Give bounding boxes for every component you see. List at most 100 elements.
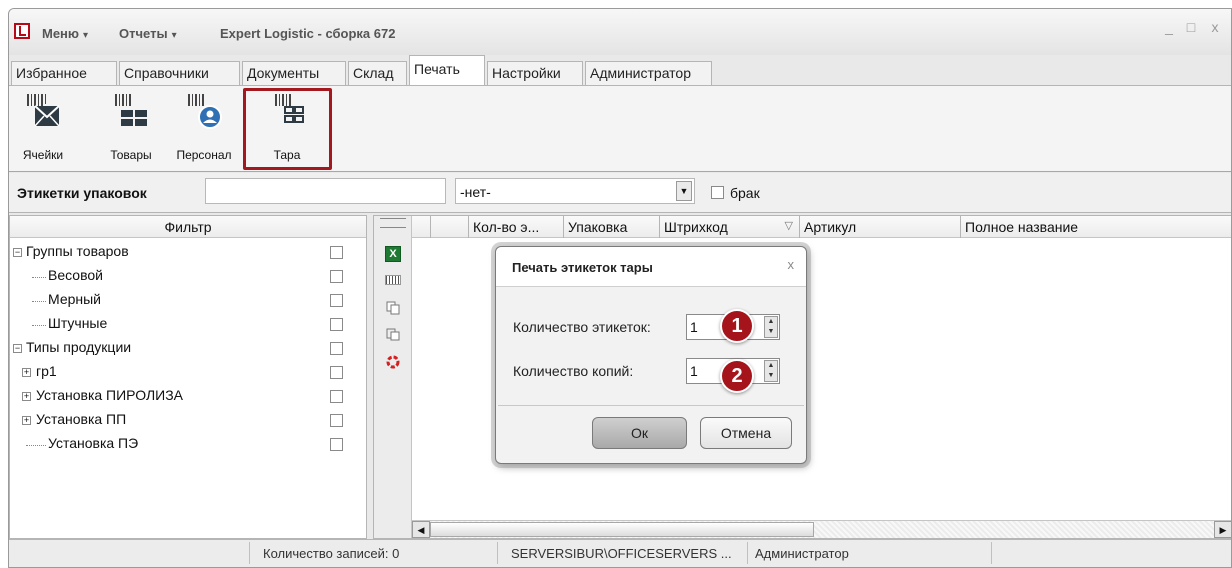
- tree-checkbox[interactable]: [330, 318, 343, 331]
- step-badge-1: 1: [720, 309, 754, 343]
- copy-icon[interactable]: [385, 300, 401, 316]
- tree-label: гр1: [36, 363, 57, 379]
- refresh-icon[interactable]: [385, 354, 401, 370]
- status-bar: Количество записей: 0 SERVERSIBUR\OFFICE…: [9, 539, 1231, 567]
- barcode-boxes-icon: [111, 92, 151, 132]
- tree-item[interactable]: − Группы товаров: [10, 243, 368, 263]
- filter-panel: Фильтр − Группы товаров Весовой Мерный Ш…: [9, 215, 367, 539]
- tree-label: Установка ПП: [36, 411, 127, 427]
- cancel-button[interactable]: Отмена: [700, 417, 792, 449]
- tab-references[interactable]: Справочники: [119, 61, 240, 85]
- menu-dropdown[interactable]: Меню ▾: [42, 26, 88, 41]
- maximize-icon[interactable]: □: [1183, 19, 1199, 35]
- ribbon-staff-button[interactable]: Персонал: [171, 92, 237, 164]
- excel-icon[interactable]: X: [385, 246, 401, 262]
- grid-toolbar: X: [374, 216, 412, 538]
- records-count: Количество записей: 0: [263, 546, 400, 561]
- copies-value: 1: [690, 363, 698, 379]
- tree-checkbox[interactable]: [330, 438, 343, 451]
- filter-header: Фильтр: [10, 216, 366, 238]
- tree-checkbox[interactable]: [330, 342, 343, 355]
- collapse-icon[interactable]: −: [13, 344, 22, 353]
- tab-print[interactable]: Печать: [409, 55, 485, 86]
- brak-label: брак: [730, 185, 760, 201]
- ribbon-staff-label: Персонал: [176, 148, 232, 162]
- close-icon[interactable]: x: [788, 257, 795, 272]
- column-header[interactable]: Кол-во э...: [468, 216, 563, 238]
- reports-dropdown[interactable]: Отчеты ▾: [119, 26, 177, 41]
- stepper-down-icon[interactable]: ▼: [765, 371, 777, 381]
- barcode-person-icon: [184, 92, 224, 132]
- search-input[interactable]: [205, 178, 446, 204]
- barcode-envelope-icon: [23, 92, 63, 132]
- collapse-icon[interactable]: −: [13, 248, 22, 257]
- column-header[interactable]: Полное название: [960, 216, 1231, 238]
- tree-checkbox[interactable]: [330, 366, 343, 379]
- tab-settings[interactable]: Настройки: [487, 61, 583, 85]
- tree-item[interactable]: Мерный: [10, 291, 368, 311]
- tree-label: Установка ПЭ: [48, 435, 139, 451]
- tree-item[interactable]: Весовой: [10, 267, 368, 287]
- tab-admin[interactable]: Администратор: [585, 61, 712, 85]
- tree-checkbox[interactable]: [330, 414, 343, 427]
- chevron-down-icon: ▾: [171, 30, 177, 41]
- column-label: Штрихкод: [664, 219, 728, 235]
- type-select[interactable]: -нет- ▼: [455, 178, 695, 204]
- ribbon-cells-button[interactable]: Ячейки: [15, 92, 71, 164]
- app-title: Expert Logistic - сборка 672: [220, 26, 396, 41]
- tree-item[interactable]: − Типы продукции: [10, 339, 368, 359]
- ribbon-goods-label: Товары: [110, 148, 152, 162]
- tree-label: Мерный: [48, 291, 102, 307]
- column-header[interactable]: Артикул: [799, 216, 960, 238]
- tree-item[interactable]: + гр1: [10, 363, 368, 383]
- scroll-left-icon[interactable]: ◀: [412, 521, 430, 538]
- brak-checkbox[interactable]: [711, 186, 724, 199]
- expand-icon[interactable]: +: [22, 416, 31, 425]
- minimize-icon[interactable]: _: [1161, 19, 1177, 35]
- expand-icon[interactable]: +: [22, 368, 31, 377]
- horizontal-scrollbar[interactable]: ◀ ▶: [412, 520, 1231, 538]
- column-header[interactable]: Штрихкод ▽: [659, 216, 799, 238]
- search-bar: Этикетки упаковок -нет- ▼ брак: [9, 173, 1231, 213]
- tree-item[interactable]: Штучные: [10, 315, 368, 335]
- column-selector[interactable]: [430, 216, 468, 238]
- title-bar: Меню ▾ Отчеты ▾ Expert Logistic - сборка 6…: [9, 9, 1231, 55]
- tree-label: Весовой: [48, 267, 103, 283]
- step-badge-2: 2: [720, 359, 754, 393]
- tree-checkbox[interactable]: [330, 390, 343, 403]
- labels-count-value: 1: [690, 319, 698, 335]
- paste-icon[interactable]: [385, 326, 401, 342]
- close-icon[interactable]: x: [1207, 19, 1223, 35]
- tab-warehouse[interactable]: Склад: [348, 61, 407, 85]
- scroll-thumb[interactable]: [430, 522, 814, 537]
- tree-item[interactable]: + Установка ПП: [10, 411, 368, 431]
- chevron-down-icon[interactable]: ▼: [676, 181, 692, 201]
- tree-checkbox[interactable]: [330, 294, 343, 307]
- stepper-up-icon[interactable]: ▲: [765, 361, 777, 371]
- grid-header: Кол-во э... Упаковка Штрихкод ▽ Артикул …: [412, 216, 1231, 238]
- labels-count-label: Количество этикеток:: [513, 319, 651, 335]
- ribbon-goods-button[interactable]: Товары: [105, 92, 157, 164]
- expand-icon[interactable]: +: [22, 392, 31, 401]
- ok-button[interactable]: Ок: [592, 417, 687, 449]
- tree-item[interactable]: + Установка ПИРОЛИЗА: [10, 387, 368, 407]
- menu-label: Меню: [42, 26, 80, 41]
- current-user: Администратор: [755, 546, 849, 561]
- tree-item[interactable]: Установка ПЭ: [10, 435, 368, 455]
- tab-favorites[interactable]: Избранное: [11, 61, 117, 85]
- tree-checkbox[interactable]: [330, 270, 343, 283]
- copies-label: Количество копий:: [513, 363, 634, 379]
- stepper-arrows[interactable]: ▲ ▼: [764, 316, 778, 338]
- stepper-down-icon[interactable]: ▼: [765, 327, 777, 337]
- tab-documents[interactable]: Документы: [242, 61, 346, 85]
- dialog-divider: [498, 405, 804, 406]
- barcode-icon[interactable]: [385, 275, 401, 285]
- search-title: Этикетки упаковок: [17, 185, 147, 201]
- scroll-right-icon[interactable]: ▶: [1214, 521, 1231, 538]
- filter-funnel-icon[interactable]: ▽: [785, 219, 793, 232]
- column-header[interactable]: Упаковка: [563, 216, 659, 238]
- tree-checkbox[interactable]: [330, 246, 343, 259]
- stepper-up-icon[interactable]: ▲: [765, 317, 777, 327]
- drag-handle[interactable]: [380, 218, 406, 228]
- stepper-arrows[interactable]: ▲ ▼: [764, 360, 778, 382]
